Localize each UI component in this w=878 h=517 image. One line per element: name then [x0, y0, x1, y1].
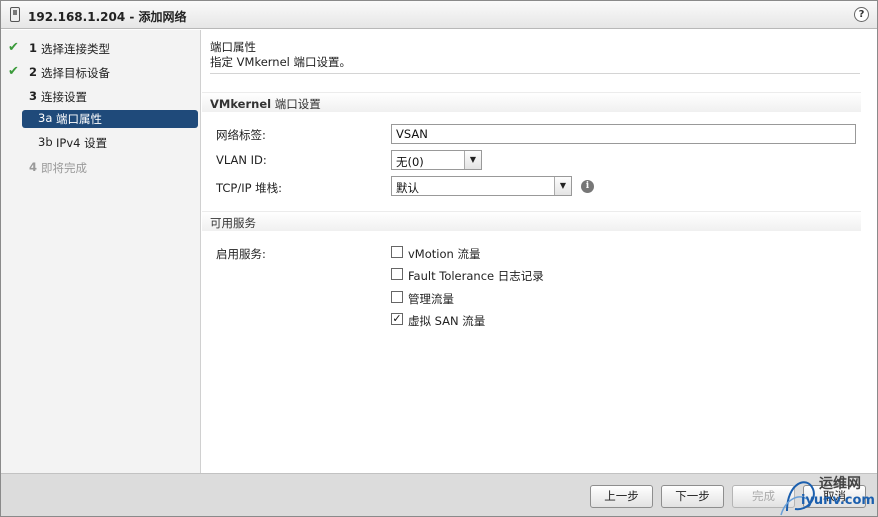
help-icon[interactable]: ?	[854, 7, 869, 22]
available-services-header: 可用服务	[202, 211, 861, 231]
step-number: 1	[29, 41, 38, 55]
next-button[interactable]: 下一步	[661, 485, 724, 508]
service-label: vMotion 流量	[408, 247, 481, 261]
back-button[interactable]: 上一步	[590, 485, 653, 508]
header-divider	[210, 73, 860, 74]
service-label: 管理流量	[408, 292, 454, 306]
nav-step-1[interactable]: ✔ 1 选择连接类型	[1, 40, 201, 58]
window-title: 192.168.1.204 - 添加网络	[28, 10, 187, 24]
vmkernel-port-settings-header: VMkernel 端口设置	[202, 92, 861, 112]
network-label-label: 网络标签:	[216, 128, 266, 142]
network-label-input[interactable]: VSAN	[391, 124, 856, 144]
chevron-down-icon[interactable]: ▼	[464, 151, 481, 169]
wizard-steps-nav: ✔ 1 选择连接类型 ✔ 2 选择目标设备 3 连接设置 3a 端口属性 3b …	[1, 30, 201, 473]
service-label: 虚拟 SAN 流量	[408, 314, 486, 328]
step-label: 选择目标设备	[41, 66, 110, 80]
management-checkbox[interactable]	[391, 291, 403, 303]
service-label: Fault Tolerance 日志记录	[408, 269, 544, 283]
watermark-text: 运维网	[819, 476, 861, 492]
step-number: 3b	[38, 135, 53, 149]
step-label: 连接设置	[41, 90, 87, 104]
step-label: 选择连接类型	[41, 42, 110, 56]
add-network-dialog: 192.168.1.204 - 添加网络 ? ✔ 1 选择连接类型 ✔ 2 选择…	[0, 0, 878, 517]
checkmark-icon: ✔	[8, 40, 19, 55]
step-number: 2	[29, 65, 38, 79]
step-number: 3a	[38, 111, 53, 125]
group-label-bold: VMkernel	[210, 97, 272, 111]
group-label-rest: 端口设置	[271, 97, 321, 111]
page-subtitle: 指定 VMkernel 端口设置。	[210, 55, 352, 69]
page-title: 端口属性	[210, 40, 256, 54]
step-number: 3	[29, 89, 38, 103]
dialog-footer: 上一步 下一步 完成 取消	[1, 473, 877, 516]
step-label: 端口属性	[56, 112, 102, 126]
tcpip-stack-label: TCP/IP 堆栈:	[216, 181, 283, 195]
tcpip-stack-value: 默认	[396, 181, 419, 195]
port-properties-panel: 端口属性 指定 VMkernel 端口设置。 VMkernel 端口设置 网络标…	[202, 30, 878, 473]
nav-step-4: 4 即将完成	[1, 159, 201, 177]
chevron-down-icon[interactable]: ▼	[554, 177, 571, 195]
nav-step-3b[interactable]: 3b IPv4 设置	[1, 134, 201, 152]
vlan-id-value: 无(0)	[396, 155, 424, 169]
tcpip-stack-select[interactable]: 默认 ▼	[391, 176, 572, 196]
title-bar: 192.168.1.204 - 添加网络 ?	[1, 1, 877, 29]
vlan-id-select[interactable]: 无(0) ▼	[391, 150, 482, 170]
fault-tolerance-checkbox[interactable]	[391, 268, 403, 280]
checkmark-icon: ✔	[8, 64, 19, 79]
vmotion-checkbox[interactable]	[391, 246, 403, 258]
enable-services-label: 启用服务:	[216, 247, 266, 261]
host-icon	[10, 7, 20, 22]
group-label: 可用服务	[210, 216, 256, 230]
vsan-checkbox[interactable]: ✓	[391, 313, 403, 325]
info-icon[interactable]: i	[581, 180, 594, 193]
vlan-id-label: VLAN ID:	[216, 153, 267, 167]
nav-step-3[interactable]: 3 连接设置	[1, 88, 201, 106]
nav-step-3a[interactable]: 3a 端口属性	[22, 110, 198, 128]
step-label: 即将完成	[41, 161, 87, 175]
step-label: IPv4 设置	[56, 136, 108, 150]
watermark-url: iyunv.com	[801, 493, 875, 508]
step-number: 4	[29, 160, 38, 174]
nav-step-2[interactable]: ✔ 2 选择目标设备	[1, 64, 201, 82]
